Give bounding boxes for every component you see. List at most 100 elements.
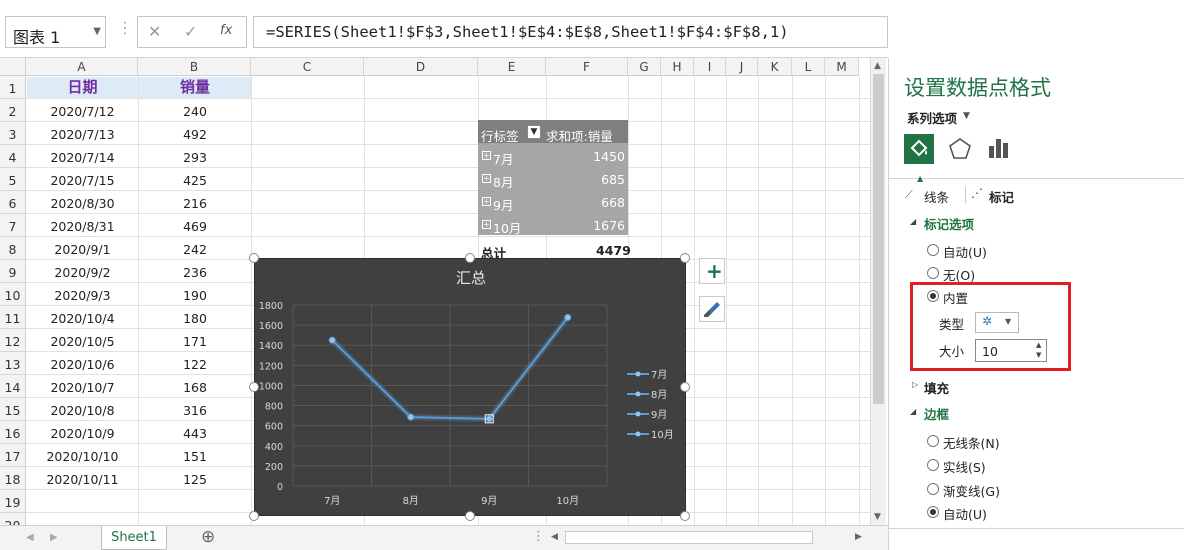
radio-auto[interactable] bbox=[927, 244, 939, 256]
cell-sales[interactable]: 236 bbox=[139, 265, 251, 280]
resize-handle[interactable] bbox=[680, 382, 690, 392]
row-header[interactable]: 1 bbox=[0, 76, 26, 99]
cell-date[interactable]: 2020/10/6 bbox=[27, 357, 138, 372]
cell-sales[interactable]: 492 bbox=[139, 127, 251, 142]
chart-styles-button[interactable] bbox=[699, 296, 725, 322]
row-header[interactable]: 12 bbox=[0, 329, 26, 352]
cell-date[interactable]: 2020/10/5 bbox=[27, 334, 138, 349]
row-header[interactable]: 18 bbox=[0, 467, 26, 490]
pivot-row-label[interactable]: 8月 bbox=[493, 172, 513, 191]
cancel-icon[interactable]: ✕ bbox=[148, 22, 161, 41]
cell-sales[interactable]: 469 bbox=[139, 219, 251, 234]
column-header-l[interactable]: L bbox=[792, 58, 825, 76]
column-header-f[interactable]: F bbox=[546, 58, 628, 76]
cell-date[interactable]: 2020/10/4 bbox=[27, 311, 138, 326]
chart-elements-button[interactable]: + bbox=[699, 258, 725, 284]
expand-plus-icon[interactable]: + bbox=[482, 174, 491, 183]
cell-date[interactable]: 2020/7/15 bbox=[27, 173, 138, 188]
row-header[interactable]: 15 bbox=[0, 398, 26, 421]
cell-date[interactable]: 2020/9/3 bbox=[27, 288, 138, 303]
cell-date[interactable]: 2020/10/8 bbox=[27, 403, 138, 418]
fx-icon[interactable]: fx bbox=[220, 23, 232, 38]
vertical-scrollbar[interactable]: ▲ ▼ bbox=[870, 58, 886, 528]
row-header[interactable]: 10 bbox=[0, 283, 26, 306]
cell-date[interactable]: 2020/7/13 bbox=[27, 127, 138, 142]
cell-date[interactable]: 2020/9/1 bbox=[27, 242, 138, 257]
tab-line[interactable]: 线条 bbox=[924, 187, 949, 206]
pivot-row-value[interactable]: 1450 bbox=[560, 149, 625, 164]
cell-sales[interactable]: 242 bbox=[139, 242, 251, 257]
column-header-b[interactable]: B bbox=[138, 58, 251, 76]
pivot-row-value[interactable]: 668 bbox=[560, 195, 625, 210]
column-header-a[interactable]: A bbox=[26, 58, 138, 76]
row-header[interactable]: 5 bbox=[0, 168, 26, 191]
radio-solid-line[interactable] bbox=[927, 459, 939, 471]
row-header[interactable]: 16 bbox=[0, 421, 26, 444]
line-chart[interactable]: 汇总 0 200 400 600 800 1000 1200 1400 1600 1800 7月 8月 9… bbox=[254, 258, 686, 516]
radio-gradient-line[interactable] bbox=[927, 483, 939, 495]
column-header-g[interactable]: G bbox=[628, 58, 661, 76]
column-header-h[interactable]: H bbox=[661, 58, 694, 76]
cell-sales[interactable]: 151 bbox=[139, 449, 251, 464]
scroll-up-icon[interactable]: ▲ bbox=[874, 61, 881, 71]
chevron-down-icon[interactable]: ▼ bbox=[93, 26, 101, 37]
resize-handle[interactable] bbox=[465, 253, 475, 263]
radio-none[interactable] bbox=[927, 267, 939, 279]
add-sheet-icon[interactable]: ⊕ bbox=[201, 527, 215, 547]
row-header[interactable]: 14 bbox=[0, 375, 26, 398]
collapse-icon[interactable]: ◢ bbox=[910, 407, 916, 416]
collapse-icon[interactable]: ◢ bbox=[910, 217, 916, 226]
marker-options-section[interactable]: 标记选项 bbox=[924, 214, 974, 233]
resize-handle[interactable] bbox=[680, 511, 690, 521]
cell-date[interactable]: 2020/10/9 bbox=[27, 426, 138, 441]
row-header[interactable]: 2 bbox=[0, 99, 26, 122]
cell-date[interactable]: 2020/10/10 bbox=[27, 449, 138, 464]
cell-date[interactable]: 2020/7/12 bbox=[27, 104, 138, 119]
tab-marker[interactable]: 标记 bbox=[989, 187, 1014, 206]
cell-sales[interactable]: 190 bbox=[139, 288, 251, 303]
resize-handle[interactable] bbox=[465, 511, 475, 521]
resize-handle[interactable] bbox=[680, 253, 690, 263]
cell-date[interactable]: 2020/9/2 bbox=[27, 265, 138, 280]
scroll-left-icon[interactable]: ◀ bbox=[551, 532, 558, 542]
expand-plus-icon[interactable]: + bbox=[482, 220, 491, 229]
row-header[interactable]: 4 bbox=[0, 145, 26, 168]
select-all-corner[interactable] bbox=[0, 58, 26, 76]
cell-sales[interactable]: 171 bbox=[139, 334, 251, 349]
column-header-i[interactable]: I bbox=[694, 58, 726, 76]
series-options-dropdown[interactable]: 系列选项 bbox=[907, 108, 957, 127]
cell-sales[interactable]: 293 bbox=[139, 150, 251, 165]
column-header-d[interactable]: D bbox=[364, 58, 478, 76]
radio-no-line[interactable] bbox=[927, 435, 939, 447]
cell-date[interactable]: 2020/8/30 bbox=[27, 196, 138, 211]
name-box[interactable]: 图表 1 ▼ bbox=[5, 16, 106, 48]
chevron-down-icon[interactable]: ▼ bbox=[963, 111, 970, 121]
cell-date[interactable]: 2020/10/7 bbox=[27, 380, 138, 395]
column-header-c[interactable]: C bbox=[251, 58, 364, 76]
row-header[interactable]: 7 bbox=[0, 214, 26, 237]
cell-sales[interactable]: 122 bbox=[139, 357, 251, 372]
prev-sheet-icon[interactable]: ◀ bbox=[26, 532, 34, 543]
resize-handle[interactable] bbox=[249, 253, 259, 263]
column-header-m[interactable]: M bbox=[825, 58, 859, 76]
column-header-e[interactable]: E bbox=[478, 58, 546, 76]
cell-sales[interactable]: 168 bbox=[139, 380, 251, 395]
expand-plus-icon[interactable]: + bbox=[482, 197, 491, 206]
enter-icon[interactable]: ✓ bbox=[184, 22, 197, 41]
effects-tab[interactable] bbox=[947, 136, 973, 165]
expand-plus-icon[interactable]: + bbox=[482, 151, 491, 160]
expand-icon[interactable]: ▷ bbox=[912, 380, 918, 389]
filter-dropdown-icon[interactable]: ▼ bbox=[527, 125, 541, 139]
header-sales[interactable]: 销量 bbox=[139, 77, 251, 98]
column-header-k[interactable]: K bbox=[758, 58, 792, 76]
cell-sales[interactable]: 240 bbox=[139, 104, 251, 119]
pivot-row-value[interactable]: 1676 bbox=[560, 218, 625, 233]
row-header[interactable]: 11 bbox=[0, 306, 26, 329]
row-header[interactable]: 17 bbox=[0, 444, 26, 467]
cell-sales[interactable]: 425 bbox=[139, 173, 251, 188]
pivot-row-value[interactable]: 685 bbox=[560, 172, 625, 187]
row-header[interactable]: 8 bbox=[0, 237, 26, 260]
row-header[interactable]: 9 bbox=[0, 260, 26, 283]
fill-section[interactable]: 填充 bbox=[924, 378, 949, 397]
cell-sales[interactable]: 125 bbox=[139, 472, 251, 487]
